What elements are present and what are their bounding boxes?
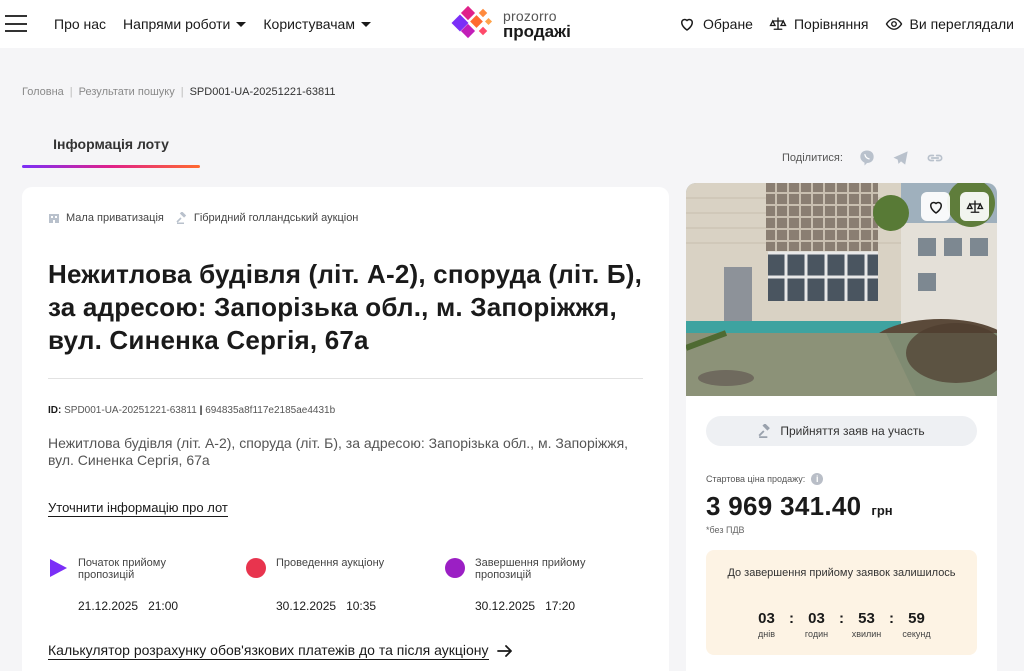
link-icon[interactable] xyxy=(925,148,945,168)
gavel-icon xyxy=(176,212,187,224)
gavel-icon xyxy=(758,424,771,438)
user-nav: Обране Порівняння Ви переглядали xyxy=(678,0,1014,48)
chevron-down-icon xyxy=(360,21,371,27)
payments-calculator-link[interactable]: Калькулятор розрахунку обов'язкових плат… xyxy=(48,642,513,660)
lot-description: Нежитлова будівля (літ. А-2), споруда (л… xyxy=(48,435,629,468)
countdown-seconds: 59 секунд xyxy=(902,610,931,639)
logo[interactable]: prozorro продажі xyxy=(449,5,571,43)
countdown-separator: : xyxy=(789,610,794,627)
chevron-down-icon xyxy=(236,21,247,27)
countdown-values: 03 днів : 03 годин : 53 хвилин : 59 секунд xyxy=(706,610,977,639)
nav-directions-label: Напрями роботи xyxy=(123,16,231,32)
status-dot-icon xyxy=(445,558,465,578)
stage-auction: Проведення аукціону 30.12.2025 10:35 xyxy=(246,555,426,615)
play-icon xyxy=(50,559,67,577)
price-panel: Прийняття заяв на участь Стартова ціна п… xyxy=(686,183,997,671)
tag-privatization: Мала приватизація xyxy=(48,212,164,224)
tab-active-indicator xyxy=(22,165,200,168)
nav-directions[interactable]: Напрями роботи xyxy=(123,16,247,32)
menu-icon[interactable] xyxy=(5,15,27,32)
price-currency: грн xyxy=(871,503,893,518)
scales-icon xyxy=(965,199,984,213)
logo-text: prozorro продажі xyxy=(503,9,571,40)
stage-date: 21.12.2025 21:00 xyxy=(78,599,179,613)
lot-title: Нежитлова будівля (літ. А-2), споруда (л… xyxy=(48,259,643,355)
auction-timeline: Початок прийому пропозицій 21.12.2025 21… xyxy=(48,555,628,615)
tag-auction-type: Гібридний голландський аукціон xyxy=(176,212,359,224)
share-label: Поділитися: xyxy=(782,152,843,164)
breadcrumb-separator: | xyxy=(180,86,184,98)
compare-label: Порівняння xyxy=(793,16,869,32)
accept-applications-label: Прийняття заяв на участь xyxy=(780,424,925,438)
clarify-lot-link[interactable]: Уточнити інформацію про лот xyxy=(48,500,228,517)
countdown-title: До завершення прийому заявок залишилось xyxy=(727,567,956,579)
breadcrumb-separator: | xyxy=(69,86,73,98)
favorites-label: Обране xyxy=(702,16,753,32)
price-amount: 3 969 341.40 xyxy=(706,491,862,521)
lot-tags: Мала приватизація Гібридний голландський… xyxy=(48,212,358,224)
countdown-days: 03 днів xyxy=(757,610,775,639)
countdown-hours: 03 годин xyxy=(804,610,829,639)
accept-applications-button[interactable]: Прийняття заяв на участь xyxy=(706,416,977,446)
logo-line1: prozorro xyxy=(503,7,557,24)
lot-card: Мала приватизація Гібридний голландський… xyxy=(22,187,669,671)
stage-date: 30.12.2025 10:35 xyxy=(276,599,377,613)
viewed-link[interactable]: Ви переглядали xyxy=(885,15,1014,33)
heart-icon xyxy=(680,18,693,31)
scales-icon xyxy=(769,17,787,30)
breadcrumb-home[interactable]: Головна xyxy=(22,86,64,98)
lot-photo[interactable] xyxy=(686,183,997,396)
stage-label: Початок прийому пропозицій xyxy=(78,557,166,581)
breadcrumb-search[interactable]: Результати пошуку xyxy=(79,86,175,98)
stage-bids-start: Початок прийому пропозицій 21.12.2025 21… xyxy=(48,555,228,615)
main-nav: Про нас Напрями роботи Користувачам xyxy=(54,0,371,48)
info-icon[interactable]: i xyxy=(811,473,824,485)
status-dot-icon xyxy=(246,558,266,578)
countdown-separator: : xyxy=(889,610,894,627)
stage-label: Завершення прийому пропозицій xyxy=(475,557,586,581)
divider xyxy=(48,378,643,379)
add-favorite-button[interactable] xyxy=(921,192,950,221)
start-price-label: Стартова ціна продажу: i xyxy=(706,473,824,485)
vat-note: *без ПДВ xyxy=(706,525,745,535)
nav-about[interactable]: Про нас xyxy=(54,16,106,32)
id-separator: | xyxy=(199,405,203,416)
stage-date: 30.12.2025 17:20 xyxy=(475,599,576,613)
tag-privatization-label: Мала приватизація xyxy=(66,212,164,224)
share-bar: Поділитися: xyxy=(782,148,945,168)
countdown-minutes: 53 хвилин xyxy=(851,610,882,639)
nav-users-label: Користувачам xyxy=(263,16,355,32)
breadcrumb-current: SPD001-UA-20251221-63811 xyxy=(189,86,336,98)
countdown-timer: До завершення прийому заявок залишилось … xyxy=(706,550,977,655)
viewed-label: Ви переглядали xyxy=(909,16,1014,32)
telegram-icon[interactable] xyxy=(891,148,911,168)
arrow-right-icon xyxy=(496,645,512,657)
logo-line2: продажі xyxy=(503,21,571,41)
countdown-separator: : xyxy=(839,610,844,627)
stage-bids-end: Завершення прийому пропозицій 30.12.2025… xyxy=(445,555,625,615)
nav-users[interactable]: Користувачам xyxy=(263,16,371,32)
tab-lot-info[interactable]: Інформація лоту xyxy=(22,124,200,168)
logo-icon xyxy=(449,5,495,43)
eye-icon xyxy=(885,18,902,30)
lot-hash: 694835a8f117e2185ae4431b xyxy=(205,405,336,416)
id-label: ID: xyxy=(48,405,62,416)
calculator-label: Калькулятор розрахунку обов'язкових плат… xyxy=(48,642,489,660)
site-header: Про нас Напрями роботи Користувачам proz… xyxy=(0,0,1024,48)
heart-icon xyxy=(929,201,942,214)
nav-about-label: Про нас xyxy=(54,16,107,32)
stage-label: Проведення аукціону xyxy=(276,557,385,569)
lot-id: SPD001-UA-20251221-63811 xyxy=(64,405,197,416)
tag-auction-type-label: Гібридний голландський аукціон xyxy=(193,212,359,224)
add-compare-button[interactable] xyxy=(960,192,989,221)
viber-icon[interactable] xyxy=(857,148,877,168)
compare-link[interactable]: Порівняння xyxy=(769,15,869,33)
tab-lot-info-label: Інформація лоту xyxy=(53,136,169,152)
building-icon xyxy=(49,214,59,223)
favorites-link[interactable]: Обране xyxy=(678,15,753,33)
start-price: 3 969 341.40 грн xyxy=(706,491,893,522)
breadcrumb: Головна | Результати пошуку | SPD001-UA-… xyxy=(22,86,336,98)
lot-identifiers: ID: SPD001-UA-20251221-63811 | 694835a8f… xyxy=(48,405,335,416)
